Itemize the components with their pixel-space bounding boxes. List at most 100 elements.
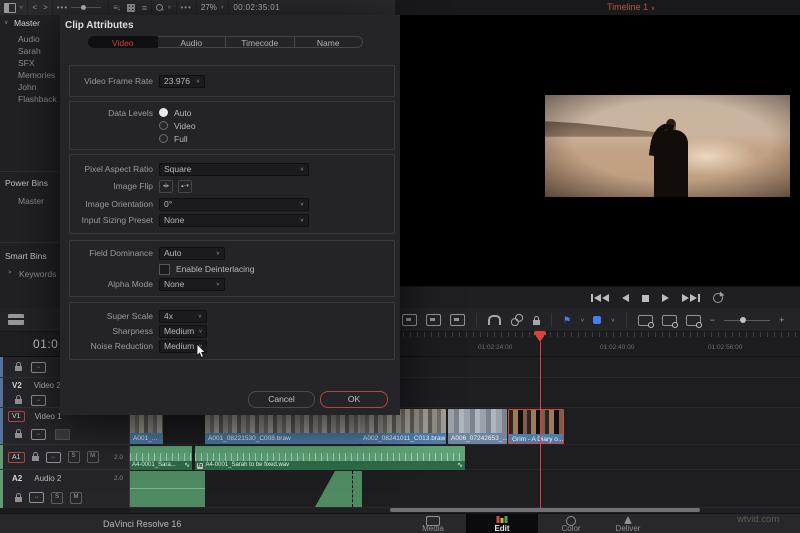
slider-knob[interactable] — [740, 317, 747, 323]
solo-button[interactable]: S — [51, 491, 63, 504]
volume-curve-icon[interactable]: ∿ — [457, 461, 463, 469]
input-sizing-preset-dropdown[interactable]: None ∨ — [159, 213, 309, 227]
timeline-clip[interactable]: A006_07242653_... — [448, 409, 507, 444]
tab-video[interactable]: Video — [88, 36, 158, 48]
sharpness-dropdown[interactable]: Medium ∨ — [159, 324, 207, 338]
auto-select-icon[interactable]: ↔ — [31, 394, 46, 406]
page-tab-edit[interactable]: Edit — [466, 514, 538, 533]
linked-selection-icon[interactable] — [509, 312, 525, 328]
lock-icon[interactable] — [15, 492, 22, 502]
chevron-down-icon[interactable]: ∨ — [19, 5, 23, 11]
detail-zoom-icon[interactable] — [661, 314, 678, 328]
ellipsis-icon[interactable]: ••• — [57, 3, 68, 12]
radio-video[interactable]: Video — [159, 121, 196, 131]
zoom-in-button[interactable]: + — [779, 315, 784, 325]
auto-select-icon[interactable]: ↔ — [31, 428, 46, 440]
lock-icon[interactable] — [31, 452, 39, 461]
insert-clip-icon[interactable] — [426, 314, 441, 326]
play-reverse-button[interactable] — [622, 294, 629, 302]
audio-clip[interactable]: A4-0001_Sara... ∿ — [130, 446, 192, 470]
frame-rate-dropdown[interactable]: 23.976 ∨ — [159, 74, 205, 88]
page-tab-media[interactable]: Media — [410, 514, 456, 533]
image-orientation-dropdown[interactable]: 0° ∨ — [159, 197, 309, 211]
tab-name[interactable]: Name — [294, 36, 363, 48]
flip-horizontal-button[interactable]: ◂|▸ — [159, 179, 173, 193]
position-lock-icon[interactable] — [533, 315, 540, 325]
radio-full[interactable]: Full — [159, 134, 188, 144]
cancel-button[interactable]: Cancel — [248, 391, 315, 408]
play-button[interactable] — [662, 294, 669, 302]
super-scale-dropdown[interactable]: 4x ∨ — [159, 309, 207, 323]
snapping-magnet-icon[interactable] — [488, 315, 501, 325]
bin-item[interactable]: Flashback — [18, 94, 57, 104]
zoom-out-button[interactable]: − — [710, 315, 715, 325]
audio-clip[interactable] — [315, 471, 362, 507]
volume-curve-icon[interactable]: ∿ — [184, 461, 190, 469]
chevron-right-icon[interactable]: > — [8, 270, 12, 276]
tab-audio[interactable]: Audio — [157, 36, 226, 48]
power-bin-item[interactable]: Master — [18, 196, 44, 206]
playhead-marker[interactable] — [534, 333, 546, 342]
more-options-icon[interactable]: ••• — [181, 3, 192, 12]
alpha-mode-dropdown[interactable]: None ∨ — [159, 277, 225, 291]
auto-select-icon[interactable]: ↔ — [31, 361, 46, 373]
auto-select-icon[interactable]: ↔ — [29, 492, 44, 503]
bin-item-master[interactable]: Master — [14, 18, 40, 28]
timeline-view-options-icon[interactable] — [8, 314, 24, 325]
custom-zoom-icon[interactable] — [685, 314, 702, 328]
scrollbar-thumb[interactable] — [390, 508, 700, 512]
chevron-down-icon[interactable]: ∨ — [580, 317, 584, 323]
back-button[interactable]: < — [32, 3, 37, 12]
search-icon[interactable] — [156, 4, 164, 11]
bin-item[interactable]: SFX — [18, 58, 35, 68]
solo-button[interactable]: S — [67, 451, 80, 463]
radio-auto[interactable]: Auto — [159, 108, 192, 118]
slider-knob[interactable] — [81, 5, 87, 10]
full-extent-zoom-icon[interactable] — [637, 314, 654, 328]
timeline-selector[interactable]: Timeline 1 ∨ — [607, 2, 655, 12]
track-header-a2[interactable]: A2 Audio 2 2.0 — [0, 470, 130, 487]
track-lane-a2[interactable] — [130, 470, 800, 508]
enable-deinterlacing-checkbox[interactable] — [159, 263, 170, 275]
audio-clip[interactable]: fx A4-0001_Sarah to be fixed.wav ∿ — [195, 446, 465, 470]
list-view-icon[interactable]: ≡ — [142, 3, 147, 13]
chevron-down-icon[interactable]: ∨ — [167, 5, 171, 11]
filmstrip-icon[interactable] — [55, 428, 70, 440]
chevron-down-icon[interactable]: ∨ — [610, 317, 614, 323]
timeline-zoom-slider[interactable] — [724, 317, 771, 323]
mute-button[interactable]: M — [86, 451, 99, 463]
sort-icon[interactable]: ≡↓ — [113, 3, 121, 12]
loop-button[interactable] — [713, 293, 723, 303]
blade-edit-mode-icon[interactable] — [402, 314, 417, 326]
lock-icon[interactable] — [15, 362, 22, 371]
marker-icon[interactable] — [593, 316, 602, 324]
smart-bin-item[interactable]: Keywords — [19, 269, 56, 279]
stop-button[interactable] — [642, 294, 649, 302]
forward-button[interactable]: > — [43, 3, 48, 12]
bin-item[interactable]: John — [18, 82, 36, 92]
zoom-level-value[interactable]: 27% — [201, 3, 217, 12]
lock-icon[interactable] — [15, 395, 22, 404]
bin-item[interactable]: Sarah — [18, 46, 41, 56]
tab-timecode[interactable]: Timecode — [226, 36, 295, 48]
page-tab-deliver[interactable]: Deliver — [600, 514, 656, 533]
ok-button[interactable]: OK — [320, 391, 388, 408]
track-header-a1[interactable]: A1 ↔ S M 2.0 — [0, 445, 130, 470]
go-to-start-button[interactable] — [591, 294, 609, 302]
chevron-down-icon[interactable]: ∨ — [4, 19, 8, 26]
bin-item[interactable]: Memories — [18, 70, 55, 80]
pixel-aspect-ratio-dropdown[interactable]: Square ∨ — [159, 162, 309, 176]
thumbnail-size-slider[interactable] — [71, 5, 102, 10]
timeline-clip-selected[interactable]: Grim - A Diary o... — [508, 409, 564, 444]
flip-vertical-button[interactable]: ▴–▾ — [178, 179, 192, 193]
panel-toggle-icon[interactable] — [4, 2, 16, 13]
flag-icon[interactable]: ⚑ — [563, 315, 571, 325]
bin-item[interactable]: Audio — [18, 34, 40, 44]
fade-in-handle[interactable] — [315, 471, 335, 507]
audio-clip[interactable] — [130, 471, 205, 507]
field-dominance-dropdown[interactable]: Auto ∨ — [159, 246, 225, 260]
mute-button[interactable]: M — [70, 491, 82, 504]
page-tab-color[interactable]: Color — [548, 514, 594, 533]
auto-select-icon[interactable]: ↔ — [45, 451, 61, 463]
go-to-end-button[interactable] — [682, 294, 700, 302]
